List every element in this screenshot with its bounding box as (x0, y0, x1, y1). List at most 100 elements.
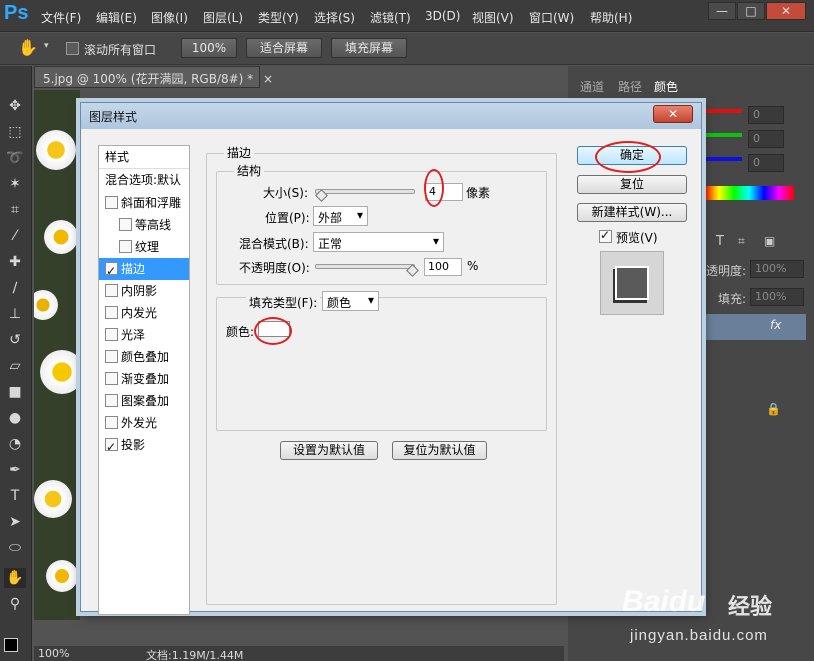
maximize-button[interactable]: □ (737, 2, 765, 20)
set-default-button[interactable]: 设置为默认值 (280, 441, 378, 460)
style-item[interactable]: 渐变叠加 (99, 368, 189, 390)
close-tab-icon[interactable]: × (263, 72, 273, 86)
reset-button[interactable]: 复位 (577, 175, 687, 194)
menu-view[interactable]: 视图(V) (472, 9, 514, 26)
blue-slider[interactable] (704, 157, 742, 161)
menu-type[interactable]: 类型(Y) (258, 9, 299, 26)
document-tab[interactable]: 5.jpg @ 100% (花开满园, RGB/8#) * × (34, 66, 273, 88)
menu-file[interactable]: 文件(F) (41, 9, 81, 26)
brush-tool-icon[interactable]: ∕ (4, 278, 26, 298)
foreground-color-swatch[interactable] (4, 638, 18, 652)
style-checkbox[interactable] (105, 372, 118, 385)
style-checkbox[interactable] (105, 394, 118, 407)
type-tool-icon[interactable]: T (4, 486, 26, 506)
green-value-input[interactable]: 0 (748, 130, 784, 148)
opacity-input[interactable]: 100 (424, 258, 462, 276)
tab-paths[interactable]: 路径 (618, 78, 642, 96)
move-tool-icon[interactable]: ✥ (4, 96, 26, 116)
layer-opacity-input[interactable]: 100% (750, 260, 804, 278)
menu-select[interactable]: 选择(S) (314, 9, 355, 26)
style-checkbox[interactable] (119, 218, 132, 231)
style-checkbox[interactable] (105, 350, 118, 363)
style-checkbox[interactable] (105, 284, 118, 297)
style-item[interactable]: 光泽 (99, 324, 189, 346)
marquee-tool-icon[interactable]: ⬚ (4, 122, 26, 142)
smart-object-filter-icon[interactable]: ▣ (764, 234, 775, 248)
style-item[interactable]: 图案叠加 (99, 390, 189, 412)
style-item[interactable]: 描边 (99, 258, 189, 282)
crop-tool-icon[interactable]: ⌗ (4, 200, 26, 220)
style-checkbox[interactable] (105, 260, 118, 282)
red-slider[interactable] (704, 109, 742, 113)
zoom-tool-icon[interactable]: ⚲ (4, 594, 26, 614)
style-item[interactable]: 内阴影 (99, 280, 189, 302)
layer-row-selected[interactable]: fx (698, 314, 806, 340)
chevron-down-icon[interactable]: ▾ (44, 41, 49, 51)
zoom-100-button[interactable]: 100% (181, 38, 237, 58)
hand-tool-icon[interactable]: ✋ (18, 38, 38, 57)
menu-window[interactable]: 窗口(W) (529, 9, 574, 26)
reset-default-button[interactable]: 复位为默认值 (392, 441, 487, 460)
style-item[interactable]: 纹理 (99, 236, 189, 258)
ellipse-tool-icon[interactable]: ⬭ (4, 538, 26, 558)
menu-filter[interactable]: 滤镜(T) (370, 9, 411, 26)
menu-image[interactable]: 图像(I) (151, 9, 188, 26)
blend-mode-select[interactable]: 正常 (313, 232, 444, 252)
close-window-button[interactable]: ✕ (766, 2, 806, 20)
style-checkbox[interactable] (105, 436, 118, 458)
minimize-button[interactable]: — (708, 2, 736, 20)
healing-brush-tool-icon[interactable]: ✚ (4, 252, 26, 272)
blue-value-input[interactable]: 0 (748, 154, 784, 172)
style-item[interactable]: 等高线 (99, 214, 189, 236)
canvas-image[interactable] (34, 90, 80, 620)
style-item[interactable]: 内发光 (99, 302, 189, 324)
style-item[interactable]: 颜色叠加 (99, 346, 189, 368)
fit-screen-button[interactable]: 适合屏幕 (246, 38, 322, 58)
opacity-slider[interactable] (315, 264, 415, 269)
tab-channels[interactable]: 通道 (580, 78, 604, 96)
gradient-tool-icon[interactable]: ■ (4, 382, 26, 402)
style-checkbox[interactable] (119, 240, 132, 253)
magic-wand-tool-icon[interactable]: ✶ (4, 174, 26, 194)
style-checkbox[interactable] (105, 196, 118, 209)
menu-help[interactable]: 帮助(H) (590, 9, 632, 26)
menu-edit[interactable]: 编辑(E) (96, 9, 137, 26)
shape-filter-icon[interactable]: ⌗ (738, 234, 745, 249)
eyedropper-tool-icon[interactable]: ⁄ (4, 226, 26, 246)
style-checkbox[interactable] (105, 306, 118, 319)
history-brush-tool-icon[interactable]: ↺ (4, 330, 26, 350)
fill-type-select[interactable]: 颜色 (322, 291, 379, 311)
tab-color[interactable]: 颜色 (654, 78, 678, 96)
lasso-tool-icon[interactable]: ➰ (4, 148, 26, 168)
blur-tool-icon[interactable]: ● (4, 408, 26, 428)
scroll-all-checkbox[interactable] (66, 42, 79, 55)
fill-screen-button[interactable]: 填充屏幕 (331, 38, 407, 58)
red-value-input[interactable]: 0 (748, 106, 784, 124)
path-selection-tool-icon[interactable]: ➤ (4, 512, 26, 532)
size-slider[interactable] (315, 189, 415, 194)
new-style-button[interactable]: 新建样式(W)... (577, 203, 687, 222)
green-slider[interactable] (704, 133, 742, 137)
style-item[interactable]: 外发光 (99, 412, 189, 434)
color-spectrum[interactable] (704, 186, 794, 200)
blend-options-item[interactable]: 混合选项:默认 (99, 168, 189, 190)
eraser-tool-icon[interactable]: ▱ (4, 356, 26, 376)
menu-3d[interactable]: 3D(D) (425, 9, 460, 23)
style-item[interactable]: 投影 (99, 434, 189, 458)
dialog-close-button[interactable]: ✕ (653, 105, 693, 123)
style-checkbox[interactable] (105, 416, 118, 429)
dodge-tool-icon[interactable]: ◔ (4, 434, 26, 454)
style-checkbox[interactable] (105, 328, 118, 341)
hand-tool-icon[interactable]: ✋ (4, 568, 26, 588)
style-item[interactable]: 斜面和浮雕 (99, 192, 189, 214)
preview-checkbox[interactable] (599, 228, 612, 243)
styles-header[interactable]: 样式 (99, 146, 189, 168)
type-filter-icon[interactable]: T (716, 234, 724, 249)
position-select[interactable]: 外部 (313, 206, 368, 226)
fx-icon[interactable]: fx (770, 318, 781, 332)
clone-stamp-tool-icon[interactable]: ⊥ (4, 304, 26, 324)
menu-layer[interactable]: 图层(L) (203, 9, 243, 26)
zoom-level[interactable]: 100% (38, 647, 69, 660)
layer-fill-input[interactable]: 100% (750, 288, 804, 306)
pen-tool-icon[interactable]: ✒ (4, 460, 26, 480)
